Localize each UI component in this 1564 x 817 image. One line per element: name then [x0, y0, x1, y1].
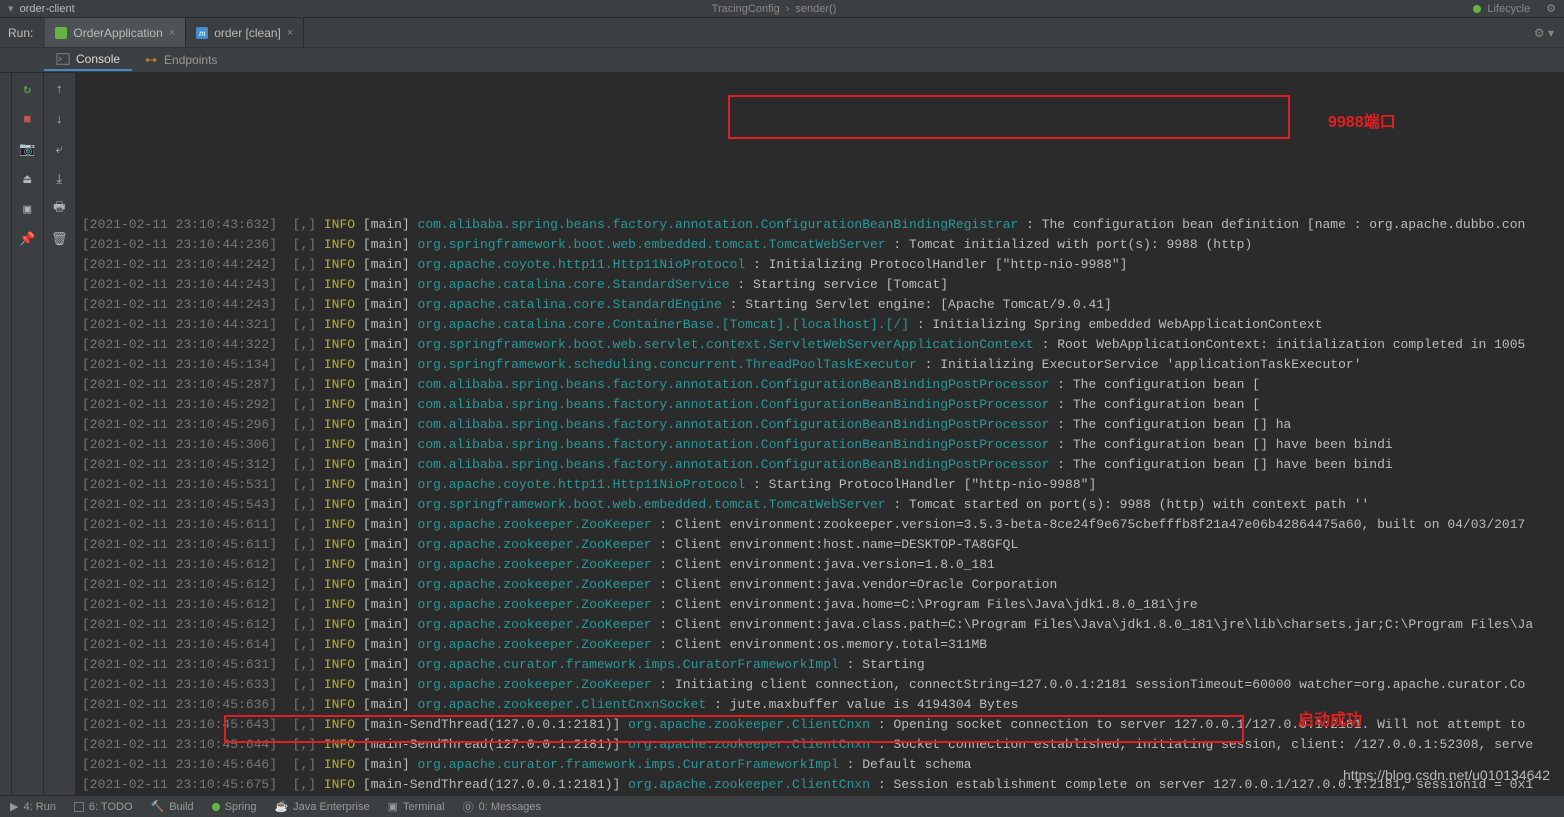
endpoints-icon: [144, 53, 158, 67]
console-subtabs: Console Endpoints: [0, 48, 1564, 73]
subtab-endpoints[interactable]: Endpoints: [132, 50, 229, 70]
log-line: [2021-02-11 23:10:45:306] [,] INFO [main…: [82, 435, 1564, 455]
log-line: [2021-02-11 23:10:44:243] [,] INFO [main…: [82, 295, 1564, 315]
run-label: Run:: [8, 26, 33, 40]
scroll-up-icon[interactable]: ↑: [49, 79, 69, 99]
log-line: [2021-02-11 23:10:45:633] [,] INFO [main…: [82, 675, 1564, 695]
log-line: [2021-02-11 23:10:45:611] [,] INFO [main…: [82, 535, 1564, 555]
breadcrumb-bar: ▾ order-client TracingConfig › sender() …: [0, 0, 1564, 18]
settings-icon[interactable]: ⚙ ▾: [1534, 26, 1554, 40]
tab-label: OrderApplication: [73, 26, 162, 40]
layout-icon[interactable]: ▣: [17, 199, 37, 219]
log-line: [2021-02-11 23:10:45:612] [,] INFO [main…: [82, 555, 1564, 575]
status-run[interactable]: ▶4: Run: [10, 800, 56, 813]
annotation-port-label: 9988端口: [1328, 113, 1396, 133]
log-line: [2021-02-11 23:10:45:296] [,] INFO [main…: [82, 415, 1564, 435]
subtab-label: Console: [76, 52, 120, 66]
tab-order-clean[interactable]: m order [clean] ×: [186, 18, 304, 47]
log-line: [2021-02-11 23:10:45:543] [,] INFO [main…: [82, 495, 1564, 515]
lifecycle-label[interactable]: Lifecycle: [1487, 3, 1530, 15]
project-name: order-client: [20, 3, 75, 15]
log-line: [2021-02-11 23:10:44:322] [,] INFO [main…: [82, 335, 1564, 355]
spring-boot-icon: [55, 27, 67, 39]
log-line: [2021-02-11 23:10:45:134] [,] INFO [main…: [82, 355, 1564, 375]
pin-icon[interactable]: 📌: [17, 229, 37, 249]
close-icon[interactable]: ×: [169, 27, 175, 39]
log-line: [2021-02-11 23:10:45:631] [,] INFO [main…: [82, 655, 1564, 675]
log-line: [2021-02-11 23:10:45:612] [,] INFO [main…: [82, 575, 1564, 595]
gear-icon[interactable]: ⚙: [1546, 2, 1556, 15]
status-bar: ▶4: Run 6: TODO 🔨Build Spring ☕Java Ente…: [0, 795, 1564, 817]
log-line: [2021-02-11 23:10:44:321] [,] INFO [main…: [82, 315, 1564, 335]
log-line: [2021-02-11 23:10:45:644] [,] INFO [main…: [82, 735, 1564, 755]
run-toolbar: ↻ ■ 📷 ⏏ ▣ 📌 ↑ ↓ ⤶ ⤓ 🖶 🗑: [12, 73, 76, 795]
close-icon[interactable]: ×: [287, 27, 293, 39]
log-line: [2021-02-11 23:10:44:243] [,] INFO [main…: [82, 275, 1564, 295]
stop-icon[interactable]: ■: [17, 109, 37, 129]
print-icon[interactable]: 🖶: [49, 199, 69, 219]
chevron-right-icon: ›: [786, 3, 790, 15]
breadcrumb-item[interactable]: sender(): [795, 3, 836, 15]
exit-icon[interactable]: ⏏: [17, 169, 37, 189]
watermark: https://blog.csdn.net/u010134642: [1343, 767, 1550, 783]
annotation-started-label: 启动成功: [1298, 711, 1362, 731]
log-line: [2021-02-11 23:10:45:292] [,] INFO [main…: [82, 395, 1564, 415]
log-line: [2021-02-11 23:10:45:675] [,] INFO [main…: [82, 775, 1564, 795]
subtab-console[interactable]: Console: [44, 49, 132, 71]
breadcrumb-item[interactable]: TracingConfig: [712, 3, 780, 15]
clear-icon[interactable]: 🗑: [49, 229, 69, 249]
log-line: [2021-02-11 23:10:44:242] [,] INFO [main…: [82, 255, 1564, 275]
maven-icon: m: [196, 27, 208, 39]
log-line: [2021-02-11 23:10:45:612] [,] INFO [main…: [82, 595, 1564, 615]
log-line: [2021-02-11 23:10:45:611] [,] INFO [main…: [82, 515, 1564, 535]
status-build[interactable]: 🔨Build: [151, 800, 194, 813]
project-dropdown-icon[interactable]: ▾: [8, 2, 20, 15]
annotation-box-port: [728, 95, 1290, 139]
status-java-enterprise[interactable]: ☕Java Enterprise: [274, 800, 369, 813]
log-line: [2021-02-11 23:10:45:614] [,] INFO [main…: [82, 635, 1564, 655]
console-output[interactable]: 9988端口 启动成功 [2021-02-11 23:10:43:632] [,…: [76, 73, 1564, 795]
left-tool-rail[interactable]: [0, 73, 12, 795]
camera-icon[interactable]: 📷: [17, 139, 37, 159]
scroll-to-end-icon[interactable]: ⤓: [49, 169, 69, 189]
subtab-label: Endpoints: [164, 53, 217, 67]
tab-label: order [clean]: [214, 26, 281, 40]
lifecycle-icon: [1473, 5, 1481, 13]
soft-wrap-icon[interactable]: ⤶: [49, 139, 69, 159]
rerun-icon[interactable]: ↻: [17, 79, 37, 99]
status-spring[interactable]: Spring: [212, 801, 257, 813]
status-terminal[interactable]: ▣Terminal: [388, 800, 445, 813]
log-line: [2021-02-11 23:10:44:236] [,] INFO [main…: [82, 235, 1564, 255]
status-todo[interactable]: 6: TODO: [74, 801, 133, 813]
log-line: [2021-02-11 23:10:45:646] [,] INFO [main…: [82, 755, 1564, 775]
log-line: [2021-02-11 23:10:43:632] [,] INFO [main…: [82, 215, 1564, 235]
log-line: [2021-02-11 23:10:45:287] [,] INFO [main…: [82, 375, 1564, 395]
log-line: [2021-02-11 23:10:45:612] [,] INFO [main…: [82, 615, 1564, 635]
log-line: [2021-02-11 23:10:45:312] [,] INFO [main…: [82, 455, 1564, 475]
status-messages[interactable]: ⓪0: Messages: [463, 799, 541, 815]
run-tabbar: Run: OrderApplication × m order [clean] …: [0, 18, 1564, 48]
console-icon: [56, 52, 70, 66]
tab-order-application[interactable]: OrderApplication ×: [45, 18, 186, 47]
scroll-down-icon[interactable]: ↓: [49, 109, 69, 129]
log-line: [2021-02-11 23:10:45:531] [,] INFO [main…: [82, 475, 1564, 495]
